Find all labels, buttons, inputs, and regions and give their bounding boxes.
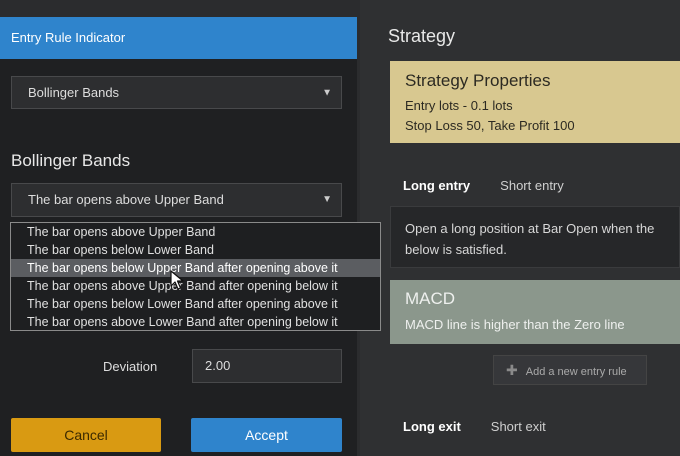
plus-icon: ✚ [506,362,518,378]
exit-tabs: Long exit Short exit [403,419,576,434]
rule-option[interactable]: The bar opens below Lower Band after ope… [11,295,380,313]
deviation-label: Deviation [103,359,158,374]
macd-rule-title: MACD [405,289,456,308]
add-entry-rule-label: Add a new entry rule [525,366,627,378]
macd-rule-text: MACD line is higher than the Zero line [405,317,625,332]
tab-short-entry[interactable]: Short entry [500,178,564,193]
rule-option[interactable]: The bar opens above Upper Band [11,223,380,241]
tab-long-exit[interactable]: Long exit [403,419,461,434]
entry-description-line2: below is satisfied. [405,242,507,257]
indicator-select-value: Bollinger Bands [28,85,120,100]
rule-option[interactable]: The bar opens above Upper Band after ope… [11,277,380,295]
rule-option[interactable]: The bar opens above Lower Band after ope… [11,313,380,331]
strategy-properties-card[interactable]: Strategy Properties Entry lots - 0.1 lot… [390,61,680,143]
rule-option-highlighted[interactable]: The bar opens below Upper Band after ope… [11,259,380,277]
indicator-section-title: Bollinger Bands [11,151,131,170]
entry-description-line1: Open a long position at Bar Open when th… [405,221,655,236]
add-entry-rule-button[interactable]: ✚ Add a new entry rule [493,355,647,385]
dialog-title: Entry Rule Indicator [0,17,357,59]
stop-loss-text: Stop Loss 50, Take Profit 100 [405,118,575,133]
chevron-down-icon: ▼ [322,87,332,98]
rule-select[interactable]: The bar opens above Upper Band ▼ [11,183,342,217]
deviation-input[interactable]: 2.00 [192,349,342,383]
entry-tabs: Long entry Short entry [403,178,594,193]
chevron-down-icon: ▼ [322,194,332,205]
tab-short-exit[interactable]: Short exit [491,419,546,434]
tab-long-entry[interactable]: Long entry [403,178,470,193]
rule-option[interactable]: The bar opens below Lower Band [11,241,380,259]
macd-rule-card[interactable]: MACD MACD line is higher than the Zero l… [390,280,680,344]
indicator-select[interactable]: Bollinger Bands ▼ [11,76,342,109]
rule-options-list: The bar opens above Upper Band The bar o… [10,222,381,331]
cancel-button[interactable]: Cancel [11,418,161,452]
entry-description: Open a long position at Bar Open when th… [390,206,680,268]
mouse-cursor-icon [170,270,184,290]
entry-lots-text: Entry lots - 0.1 lots [405,98,513,113]
accept-button[interactable]: Accept [191,418,342,452]
rule-select-value: The bar opens above Upper Band [28,192,224,207]
strategy-properties-title: Strategy Properties [405,71,551,90]
strategy-title: Strategy [388,26,456,46]
strategy-panel: Strategy Strategy Properties Entry lots … [360,0,680,456]
